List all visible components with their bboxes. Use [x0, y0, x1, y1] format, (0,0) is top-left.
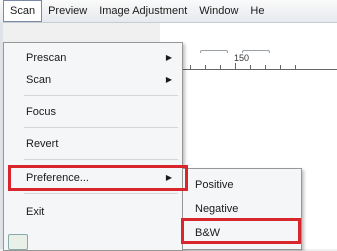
menu-image-adjustment[interactable]: Image Adjustment — [93, 1, 193, 21]
menu-preview[interactable]: Preview — [42, 1, 93, 21]
submenu-item-positive[interactable]: Positive — [183, 174, 301, 196]
menu-separator — [24, 95, 178, 96]
menu-separator — [24, 193, 178, 194]
menu-item-label: Revert — [26, 138, 59, 150]
menu-separator — [24, 127, 178, 128]
menu-item-prescan[interactable]: Prescan ▶ — [4, 47, 182, 69]
ruler-label: 150 — [234, 53, 250, 63]
menu-item-label: Focus — [26, 106, 56, 118]
ruler-line — [160, 69, 337, 70]
submenu-item-negative[interactable]: Negative — [183, 198, 301, 220]
menu-scan[interactable]: Scan — [3, 0, 43, 22]
menu-item-scan[interactable]: Scan ▶ — [4, 69, 182, 91]
submenu-item-label: Positive — [195, 179, 234, 191]
menu-bar: Scan Preview Image Adjustment Window He — [0, 0, 337, 23]
menu-help[interactable]: He — [244, 1, 270, 21]
menu-item-label: Exit — [26, 206, 45, 218]
ruler-tick — [235, 63, 236, 69]
menu-item-revert[interactable]: Revert — [4, 133, 182, 155]
menu-window[interactable]: Window — [193, 1, 244, 21]
ruler-tick — [205, 65, 206, 69]
ruler-tick — [295, 65, 296, 69]
ruler-tick — [280, 65, 281, 69]
submenu-arrow-icon: ▶ — [165, 75, 172, 84]
ruler-tick — [250, 65, 251, 69]
menu-item-label: Prescan — [26, 52, 67, 64]
submenu-arrow-icon: ▶ — [165, 53, 172, 62]
status-icon — [8, 234, 28, 250]
ruler-tick — [190, 65, 191, 69]
menu-separator — [24, 159, 178, 160]
submenu-item-label: Negative — [195, 203, 239, 215]
scan-menu: Prescan ▶ Scan ▶ Focus Revert Preference… — [3, 42, 183, 251]
menu-item-exit[interactable]: Exit — [4, 201, 182, 223]
ruler-tick — [265, 65, 266, 69]
ruler-tick — [220, 65, 221, 69]
ruler: 150 — [160, 53, 337, 75]
menu-item-label: Scan — [26, 74, 52, 86]
highlight-box-bw — [181, 218, 301, 244]
menu-item-focus[interactable]: Focus — [4, 101, 182, 123]
highlight-box-preference — [8, 165, 188, 191]
